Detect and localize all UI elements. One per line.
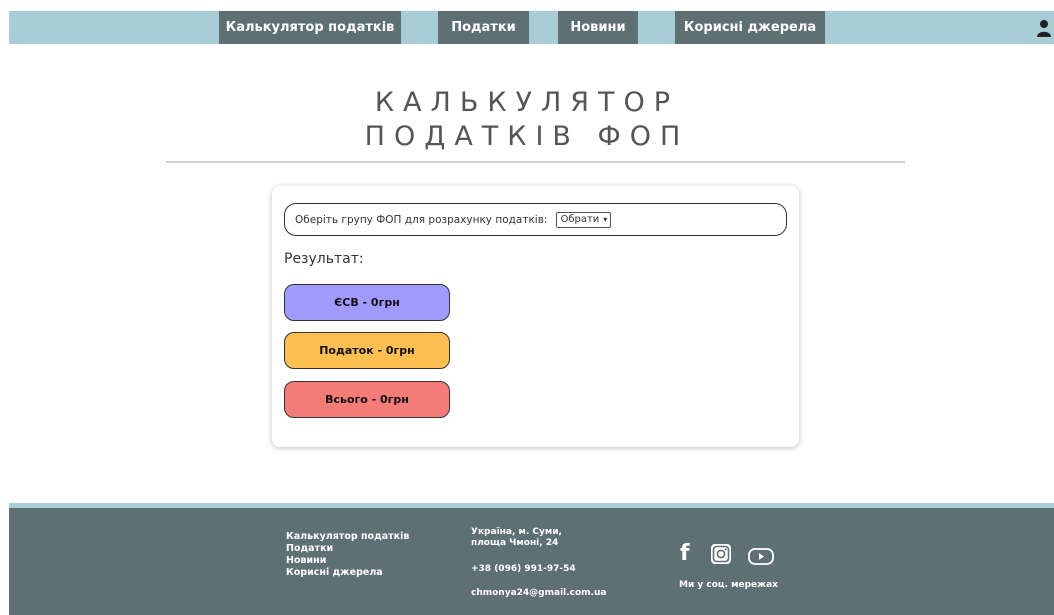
nav-resources-button[interactable]: Корисні джерела bbox=[675, 11, 825, 44]
page-title: КАЛЬКУЛЯТОР ПОДАТКІВ ФОП bbox=[0, 86, 1054, 154]
result-heading: Результат: bbox=[284, 251, 364, 267]
footer-phone[interactable]: +38 (096) 991-97-54 bbox=[471, 564, 576, 574]
group-select-label: Оберіть групу ФОП для розрахунку податкі… bbox=[295, 213, 548, 226]
top-navbar: Калькулятор податків Податки Новини Кори… bbox=[9, 11, 1054, 44]
esv-result: ЄСВ - 0грн bbox=[284, 284, 450, 321]
footer-link-resources[interactable]: Корисні джерела bbox=[286, 567, 409, 579]
footer-address: Україна, м. Суми, площа Чмоні, 24 bbox=[471, 527, 562, 549]
total-result: Всього - 0грн bbox=[284, 381, 450, 418]
footer-link-calculator[interactable]: Калькулятор податків bbox=[286, 531, 409, 543]
group-select-row: Оберіть групу ФОП для розрахунку податкі… bbox=[284, 203, 787, 236]
nav-calculator-button[interactable]: Калькулятор податків bbox=[219, 11, 401, 44]
nav-taxes-button[interactable]: Податки bbox=[438, 11, 529, 44]
footer-address-line1: Україна, м. Суми, bbox=[471, 527, 562, 537]
instagram-icon[interactable] bbox=[710, 543, 732, 565]
youtube-icon[interactable] bbox=[748, 548, 774, 565]
footer: Калькулятор податків Податки Новини Кори… bbox=[9, 508, 1054, 615]
page: Калькулятор податків Податки Новини Кори… bbox=[0, 0, 1054, 615]
footer-address-line2: площа Чмоні, 24 bbox=[471, 538, 559, 548]
facebook-icon[interactable]: f bbox=[680, 543, 690, 565]
footer-link-taxes[interactable]: Податки bbox=[286, 543, 409, 555]
footer-links: Калькулятор податків Податки Новини Кори… bbox=[286, 531, 409, 579]
footer-link-news[interactable]: Новини bbox=[286, 555, 409, 567]
group-select[interactable]: Обрати ▾ bbox=[556, 211, 612, 228]
tax-result: Податок - 0грн bbox=[284, 332, 450, 369]
calculator-card: Оберіть групу ФОП для розрахунку податкі… bbox=[272, 186, 799, 447]
title-divider bbox=[166, 161, 905, 163]
user-icon[interactable] bbox=[1036, 19, 1052, 37]
social-label: Ми у соц. мережах bbox=[679, 580, 778, 590]
page-title-line2: ПОДАТКІВ ФОП bbox=[364, 121, 690, 152]
group-select-value: Обрати bbox=[560, 214, 600, 225]
footer-email[interactable]: chmonya24@gmail.com.ua bbox=[471, 588, 606, 598]
nav-news-button[interactable]: Новини bbox=[558, 11, 638, 44]
page-title-line1: КАЛЬКУЛЯТОР bbox=[374, 87, 680, 118]
chevron-down-icon: ▾ bbox=[603, 215, 608, 224]
